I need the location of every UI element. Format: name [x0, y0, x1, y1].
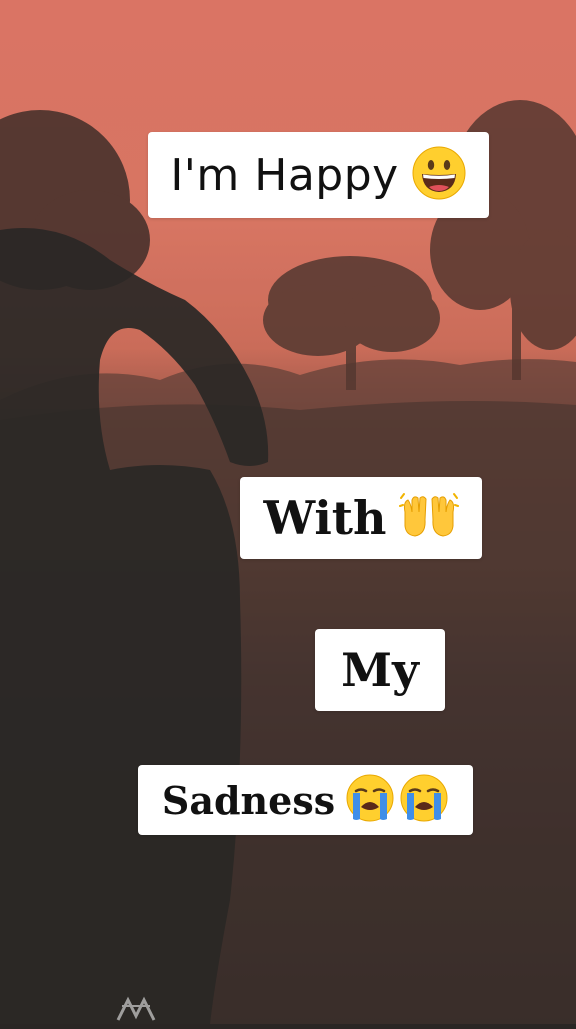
caption-my: My	[315, 629, 445, 711]
watermark-logo	[114, 994, 158, 1024]
loudly-crying-face-icon	[399, 773, 449, 828]
raising-hands-icon	[398, 492, 459, 545]
caption-with: With	[240, 477, 482, 559]
caption-text: I'm Happy	[170, 149, 399, 201]
caption-text: Sadness	[161, 777, 336, 823]
caption-im-happy: I'm Happy	[148, 132, 489, 218]
caption-text: With	[263, 491, 387, 545]
loudly-crying-face-icon	[345, 773, 395, 828]
caption-text: My	[341, 643, 419, 697]
grinning-face-icon	[411, 145, 467, 206]
caption-sadness: Sadness	[138, 765, 473, 835]
